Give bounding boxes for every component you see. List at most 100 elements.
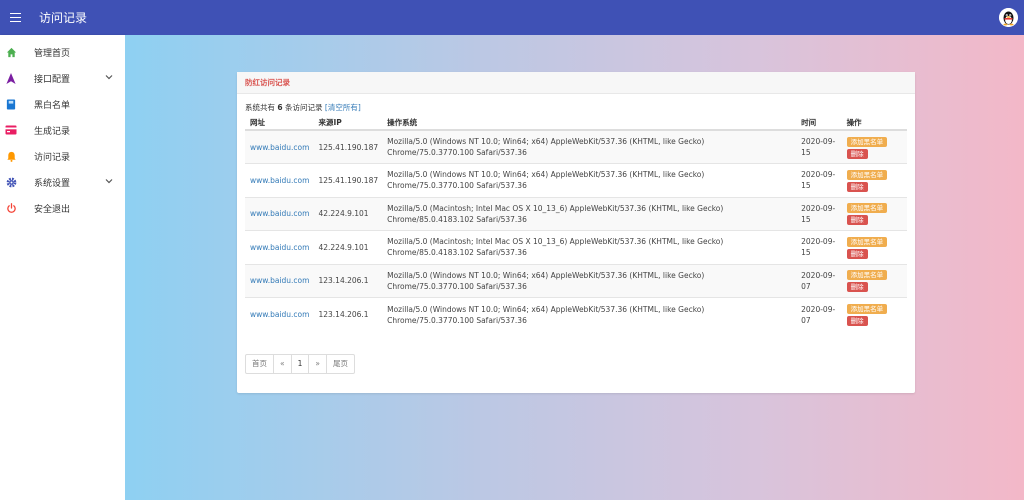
sidebar-item-settings[interactable]: 系统设置	[0, 169, 125, 195]
add-blacklist-button[interactable]: 添加黑名单	[846, 304, 888, 314]
sidebar-item-generate-log[interactable]: 生成记录	[0, 117, 125, 143]
cell-os: Mozilla/5.0 (Windows NT 10.0; Win64; x64…	[382, 263, 797, 298]
sidebar-item-visit-log[interactable]: 访问记录	[0, 143, 125, 169]
delete-button[interactable]: 删除	[846, 148, 868, 159]
add-blacklist-button[interactable]: 添加黑名单	[846, 270, 888, 281]
pager-current[interactable]: 1	[290, 355, 309, 373]
url-link[interactable]: www.baidu.com	[250, 276, 309, 285]
time-day: 07	[801, 315, 811, 325]
cell-ip: 123.14.206.1	[313, 297, 383, 331]
pager-first[interactable]: 首页	[246, 355, 273, 373]
sidebar-item-label: 访问记录	[34, 152, 71, 163]
cell-url: www.baidu.com	[245, 129, 314, 164]
records-table: 网址 来源IP 操作系统 时间 操作 www.baidu.com 125.41.1…	[245, 116, 907, 331]
page-title: 访问记录	[39, 11, 88, 25]
sidebar-item-blacklist[interactable]: 黑白名单	[0, 91, 125, 117]
table-row: www.baidu.com 42.224.9.101 Mozilla/5.0 (Ma…	[245, 196, 907, 231]
pager-prev[interactable]: «	[273, 355, 291, 373]
url-link[interactable]: www.baidu.com	[250, 310, 309, 319]
top-bar: 访问记录	[0, 0, 1024, 35]
table-row: www.baidu.com 123.14.206.1 Mozilla/5.0 (Wi…	[245, 297, 907, 331]
cell-ip: 123.14.206.1	[313, 263, 383, 298]
sidebar-item-label: 生成记录	[34, 126, 71, 137]
delete-button[interactable]: 删除	[846, 282, 868, 293]
cell-actions: 添加黑名单 删除	[841, 196, 907, 231]
url-link[interactable]: www.baidu.com	[250, 176, 309, 185]
sidebar-item-label: 黑白名单	[34, 100, 71, 111]
cell-time: 2020-09- 15	[796, 129, 842, 164]
power-icon	[5, 202, 17, 214]
time-day: 15	[801, 148, 811, 157]
cell-url: www.baidu.com	[245, 297, 314, 331]
pager-last[interactable]: 尾页	[325, 355, 354, 373]
cell-ip: 42.224.9.101	[313, 230, 383, 264]
column-header-actions: 操作	[841, 116, 907, 131]
sidebar-item-dashboard[interactable]: 管理首页	[0, 39, 125, 65]
pager-next[interactable]: »	[308, 355, 326, 373]
clear-all-link[interactable]: [清空所有]	[325, 103, 361, 112]
url-link[interactable]: www.baidu.com	[250, 143, 309, 152]
records-panel: 防红访问记录 系统共有 6 条访问记录 [清空所有] 网址 来源IP 操作系统 …	[237, 72, 915, 393]
qq-penguin-icon	[999, 8, 1018, 27]
sidebar-item-label: 接口配置	[34, 74, 71, 85]
url-link[interactable]: www.baidu.com	[250, 243, 309, 252]
summary-prefix: 系统共有	[245, 103, 278, 112]
add-blacklist-button[interactable]: 添加黑名单	[846, 236, 888, 247]
add-blacklist-button[interactable]: 添加黑名单	[846, 136, 888, 147]
url-link[interactable]: www.baidu.com	[250, 209, 309, 218]
cell-url: www.baidu.com	[245, 196, 314, 231]
cell-ip: 42.224.9.101	[313, 196, 383, 231]
column-header-ip: 来源IP	[313, 116, 383, 131]
pagination: 首页 « 1 » 尾页	[245, 354, 355, 374]
panel-header: 防红访问记录	[237, 72, 915, 94]
cell-time: 2020-09- 15	[796, 230, 842, 264]
main-content: 防红访问记录 系统共有 6 条访问记录 [清空所有] 网址 来源IP 操作系统 …	[125, 35, 1024, 500]
cell-url: www.baidu.com	[245, 163, 314, 197]
navigation-icon	[5, 72, 17, 84]
sidebar-item-logout[interactable]: 安全退出	[0, 195, 125, 221]
sidebar-item-label: 安全退出	[34, 204, 71, 215]
cell-time: 2020-09- 07	[796, 297, 842, 331]
cell-os: Mozilla/5.0 (Macintosh; Intel Mac OS X 1…	[382, 230, 797, 264]
time-date: 2020-09-	[801, 270, 836, 280]
cell-actions: 添加黑名单 删除	[841, 230, 907, 264]
cell-ip: 125.41.190.187	[313, 129, 383, 164]
delete-button[interactable]: 删除	[846, 215, 868, 226]
sidebar-item-api-config[interactable]: 接口配置	[0, 65, 125, 91]
delete-button[interactable]: 删除	[846, 181, 868, 192]
bell-icon	[5, 150, 17, 162]
cell-url: www.baidu.com	[245, 230, 314, 264]
cell-time: 2020-09- 15	[796, 196, 842, 231]
cell-url: www.baidu.com	[245, 263, 314, 298]
add-blacklist-button[interactable]: 添加黑名单	[846, 203, 888, 214]
sidebar-item-label: 系统设置	[34, 178, 71, 189]
time-day: 15	[801, 181, 811, 191]
cell-actions: 添加黑名单 删除	[841, 163, 907, 197]
delete-button[interactable]: 删除	[846, 316, 868, 326]
delete-button[interactable]: 删除	[846, 248, 868, 259]
time-date: 2020-09-	[801, 203, 836, 213]
cell-os: Mozilla/5.0 (Windows NT 10.0; Win64; x64…	[382, 297, 797, 331]
add-blacklist-button[interactable]: 添加黑名单	[846, 169, 888, 180]
table-header-row: 网址 来源IP 操作系统 时间 操作	[245, 116, 907, 131]
time-day: 15	[801, 214, 811, 224]
cell-actions: 添加黑名单 删除	[841, 263, 907, 298]
table-row: www.baidu.com 42.224.9.101 Mozilla/5.0 (Ma…	[245, 230, 907, 264]
cell-os: Mozilla/5.0 (Windows NT 10.0; Win64; x64…	[382, 129, 797, 164]
book-icon	[5, 98, 17, 110]
cell-time: 2020-09- 07	[796, 263, 842, 298]
avatar[interactable]	[999, 8, 1018, 27]
menu-icon[interactable]	[1, 0, 29, 35]
column-header-url: 网址	[245, 116, 314, 131]
records-summary: 系统共有 6 条访问记录 [清空所有]	[245, 102, 361, 113]
home-icon	[5, 46, 17, 58]
panel-title: 防红访问记录	[245, 78, 290, 87]
cell-actions: 添加黑名单 删除	[841, 129, 907, 164]
cell-actions: 添加黑名单 删除	[841, 297, 907, 331]
table-row: www.baidu.com 123.14.206.1 Mozilla/5.0 (Wi…	[245, 263, 907, 298]
time-date: 2020-09-	[801, 304, 836, 314]
time-date: 2020-09-	[801, 170, 836, 180]
summary-suffix: 条访问记录	[282, 103, 325, 112]
cell-os: Mozilla/5.0 (Windows NT 10.0; Win64; x64…	[382, 163, 797, 197]
cell-time: 2020-09- 15	[796, 163, 842, 197]
